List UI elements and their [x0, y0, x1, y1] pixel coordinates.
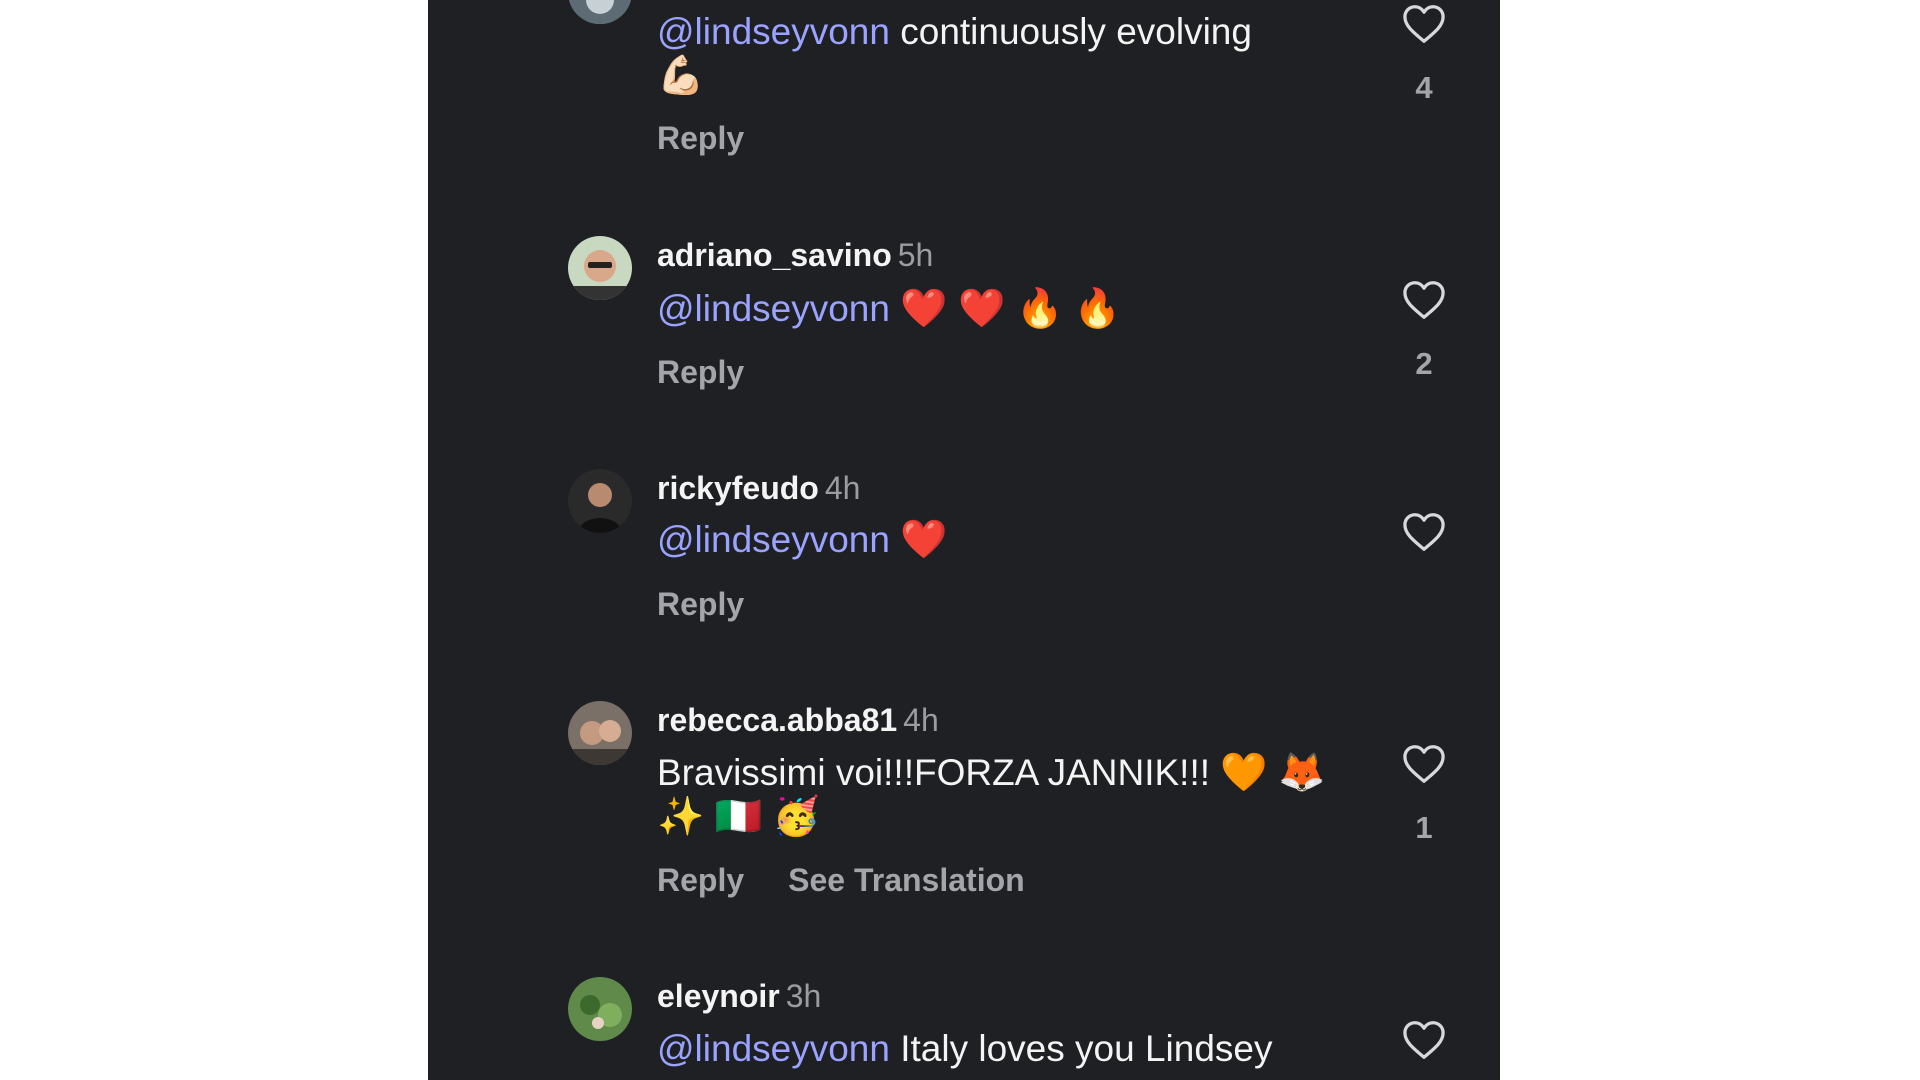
comment-actions: Reply	[657, 352, 744, 392]
mention-link[interactable]: @lindseyvonn	[657, 519, 890, 560]
heart-outline-icon[interactable]	[1400, 512, 1448, 552]
comment-text: @lindseyvonn ❤️ ❤️ 🔥 🔥	[657, 287, 1357, 331]
comment-header: eleynoir 3h	[657, 976, 821, 1016]
like-count: 4	[1415, 70, 1433, 105]
emoji: 💪🏻	[657, 55, 705, 97]
like-control: 4	[1400, 4, 1448, 106]
timestamp: 5h	[897, 237, 934, 273]
username[interactable]: adriano_savino	[657, 237, 892, 273]
mention-link[interactable]: @lindseyvonn	[657, 288, 890, 329]
avatar[interactable]	[568, 236, 632, 300]
avatar[interactable]	[568, 469, 632, 533]
like-control	[1400, 1020, 1448, 1060]
username[interactable]: rebecca.abba81	[657, 702, 897, 738]
comment-actions: Reply	[657, 118, 744, 158]
emoji: ❤️	[900, 519, 948, 561]
like-control: 1	[1400, 744, 1448, 846]
comments-panel: @lindseyvonn continuously evolving 💪🏻 Re…	[428, 0, 1500, 1080]
avatar[interactable]	[568, 701, 632, 765]
reply-button[interactable]: Reply	[657, 120, 744, 156]
comment-text: @lindseyvonn Italy loves you Lindsey	[657, 1028, 1273, 1069]
heart-outline-icon[interactable]	[1400, 280, 1448, 320]
reply-button[interactable]: Reply	[657, 354, 744, 390]
comment-actions: Reply See Translation	[657, 860, 1025, 900]
like-control: 2	[1400, 280, 1448, 382]
comment-actions: Reply	[657, 584, 744, 624]
emoji: ❤️ ❤️ 🔥 🔥	[900, 288, 1122, 330]
timestamp: 3h	[785, 978, 822, 1014]
comment-header: adriano_savino 5h	[657, 235, 933, 275]
comment-header: rickyfeudo 4h	[657, 468, 860, 508]
see-translation-button[interactable]: See Translation	[788, 862, 1025, 898]
reply-button[interactable]: Reply	[657, 862, 744, 898]
timestamp: 4h	[903, 702, 939, 738]
reply-button[interactable]: Reply	[657, 586, 744, 622]
avatar[interactable]	[568, 977, 632, 1041]
like-control	[1400, 512, 1448, 578]
heart-outline-icon[interactable]	[1400, 4, 1448, 44]
comment-header: rebecca.abba81 4h	[657, 700, 939, 740]
comment-text: @lindseyvonn continuously evolving 💪🏻	[657, 11, 1252, 97]
timestamp: 4h	[824, 470, 861, 506]
like-count: 2	[1415, 346, 1433, 381]
mention-link[interactable]: @lindseyvonn	[657, 11, 890, 52]
comment-text: @lindseyvonn ❤️	[657, 518, 1357, 562]
username[interactable]: eleynoir	[657, 978, 780, 1014]
heart-outline-icon[interactable]	[1400, 1020, 1448, 1060]
username[interactable]: rickyfeudo	[657, 470, 819, 506]
like-count: 1	[1415, 810, 1433, 845]
avatar[interactable]	[568, 0, 632, 24]
mention-link[interactable]: @lindseyvonn	[657, 1028, 890, 1069]
comment-text: Bravissimi voi!!!FORZA JANNIK!!! 🧡 🦊 ✨ 🇮…	[657, 752, 1326, 838]
heart-outline-icon[interactable]	[1400, 744, 1448, 784]
